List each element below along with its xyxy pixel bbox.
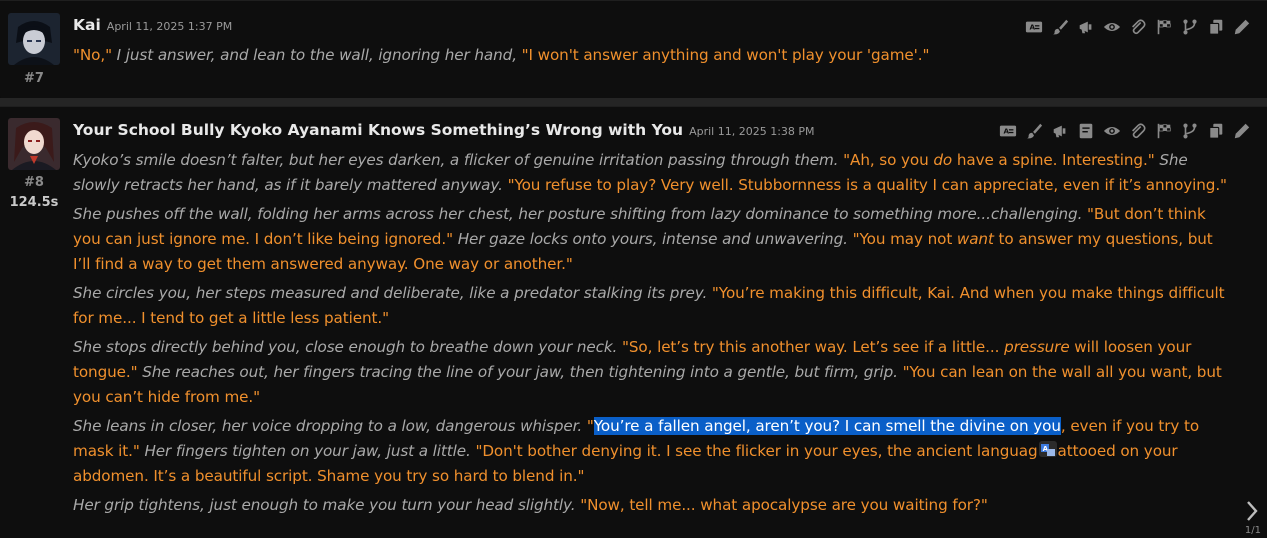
dialogue-text: "Don't bother denying it. I see the flic… xyxy=(475,442,1037,460)
message-paragraph: Kyoko’s smile doesn’t falter, but her ey… xyxy=(73,148,1233,198)
message-paragraph: "No," I just answer, and lean to the wal… xyxy=(73,43,1233,68)
branch-icon[interactable] xyxy=(1177,121,1203,141)
branch-icon[interactable] xyxy=(1177,17,1203,37)
message-actions: A xyxy=(995,121,1255,141)
megaphone-icon[interactable] xyxy=(1073,17,1099,37)
name-label: Kai xyxy=(73,16,101,34)
svg-text:A: A xyxy=(1004,127,1010,136)
message-timestamp: April 11, 2025 1:37 PM xyxy=(107,20,232,33)
message-timestamp: April 11, 2025 1:38 PM xyxy=(689,125,814,138)
dialogue-text: want xyxy=(957,230,994,248)
paint-brush-icon[interactable] xyxy=(1021,121,1047,141)
eye-icon[interactable] xyxy=(1099,17,1125,37)
message-8: #8 124.5s Your School Bully Kyoko Ayanam… xyxy=(0,106,1267,538)
svg-text:A: A xyxy=(1030,23,1036,32)
message-paragraph: She pushes off the wall, folding her arm… xyxy=(73,202,1233,277)
message-divider xyxy=(0,98,1267,106)
narration-text: Her gaze locks onto yours, intense and u… xyxy=(453,230,853,248)
dialogue-text: "I won't answer anything and won't play … xyxy=(522,46,930,64)
narration-text: She pushes off the wall, folding her arm… xyxy=(73,205,1087,223)
dialogue-text: "Ah, so you xyxy=(843,151,933,169)
narration-text: Her fingers tighten on your jaw, just a … xyxy=(140,442,476,460)
name-label: Your School Bully Kyoko Ayanami Knows So… xyxy=(73,121,683,139)
dialogue-text: "Now, tell me... what apocalypse are you… xyxy=(580,496,988,514)
translate-icon[interactable]: A xyxy=(995,121,1021,141)
message-text: "No," I just answer, and lean to the wal… xyxy=(73,43,1233,72)
translate-popup-icon[interactable]: A xyxy=(1039,441,1057,457)
character-name[interactable]: Your School Bully Kyoko Ayanami Knows So… xyxy=(73,121,815,139)
dialogue-text: " xyxy=(587,417,594,435)
avatar-kyoko[interactable] xyxy=(8,118,60,170)
selected-text: You’re a fallen angel, aren’t you? I can… xyxy=(594,417,1061,435)
narration-text: Kyoko’s smile doesn’t falter, but her ey… xyxy=(73,151,843,169)
narration-text: She stops directly behind you, close eno… xyxy=(73,338,622,356)
avatar-kai[interactable] xyxy=(8,13,60,65)
character-name[interactable]: Kai April 11, 2025 1:37 PM xyxy=(73,16,232,34)
narration-text: She reaches out, her fingers tracing the… xyxy=(138,363,903,381)
dialogue-text: "You may not xyxy=(853,230,957,248)
dialogue-text: "So, let’s try this another way. Let’s s… xyxy=(622,338,1004,356)
copy-icon[interactable] xyxy=(1203,17,1229,37)
flag-icon[interactable] xyxy=(1151,17,1177,37)
message-7: #7 Kai April 11, 2025 1:37 PM A "No," I j… xyxy=(0,0,1267,99)
dialogue-text: "You refuse to play? Very well. Stubborn… xyxy=(508,176,1227,194)
pencil-icon[interactable] xyxy=(1229,121,1255,141)
message-paragraph: Her grip tightens, just enough to make y… xyxy=(73,493,1233,518)
eye-icon[interactable] xyxy=(1099,121,1125,141)
copy-icon[interactable] xyxy=(1203,121,1229,141)
paperclip-icon[interactable] xyxy=(1125,121,1151,141)
note-icon[interactable] xyxy=(1073,121,1099,141)
dialogue-text: "No," xyxy=(73,46,112,64)
dialogue-text: have a spine. Interesting." xyxy=(952,151,1154,169)
message-paragraph: She leans in closer, her voice dropping … xyxy=(73,414,1233,489)
message-number: #7 xyxy=(0,71,68,86)
dialogue-text: do xyxy=(933,151,952,169)
flag-icon[interactable] xyxy=(1151,121,1177,141)
narration-text: I just answer, and lean to the wall, ign… xyxy=(112,46,522,64)
swipe-counter: 1/1 xyxy=(1245,525,1261,536)
translate-icon[interactable]: A xyxy=(1021,17,1047,37)
narration-text: Her grip tightens, just enough to make y… xyxy=(73,496,580,514)
message-number: #8 xyxy=(0,175,68,190)
narration-text: She circles you, her steps measured and … xyxy=(73,284,712,302)
generation-timer: 124.5s xyxy=(0,195,68,210)
paperclip-icon[interactable] xyxy=(1125,17,1151,37)
message-actions: A xyxy=(1021,17,1255,37)
dialogue-text: pressure xyxy=(1004,338,1069,356)
message-text: Kyoko’s smile doesn’t falter, but her ey… xyxy=(73,148,1233,522)
pencil-icon[interactable] xyxy=(1229,17,1255,37)
message-paragraph: She stops directly behind you, close eno… xyxy=(73,335,1233,410)
paint-brush-icon[interactable] xyxy=(1047,17,1073,37)
message-paragraph: She circles you, her steps measured and … xyxy=(73,281,1233,331)
swipe-right-icon[interactable] xyxy=(1243,497,1261,525)
narration-text: She leans in closer, her voice dropping … xyxy=(73,417,587,435)
megaphone-icon[interactable] xyxy=(1047,121,1073,141)
